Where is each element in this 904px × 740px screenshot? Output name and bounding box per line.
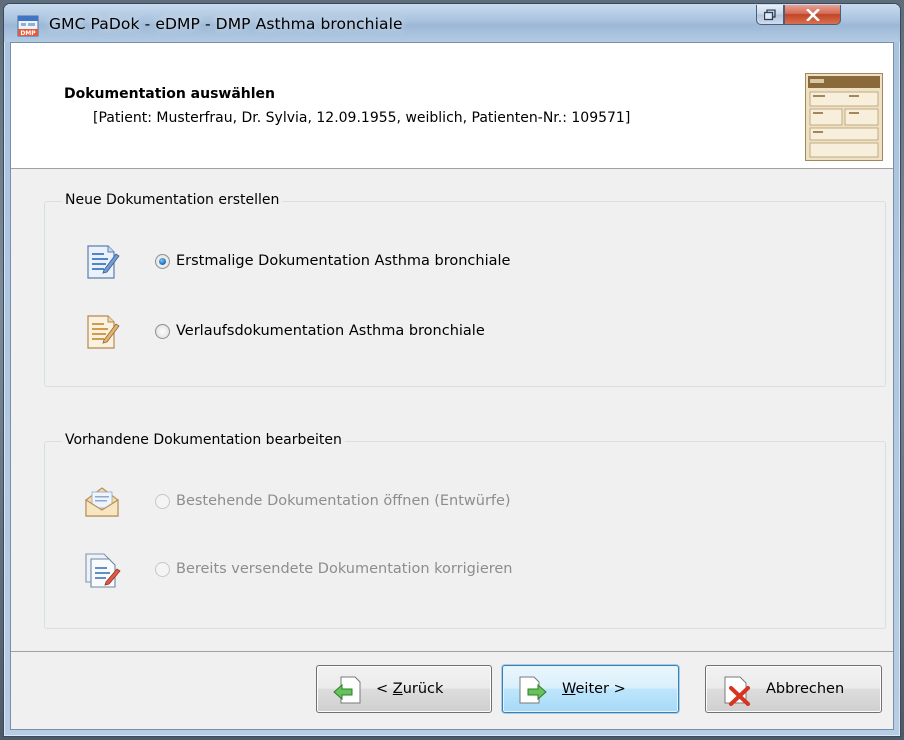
option-open-drafts: Bestehende Dokumentation öffnen (Entwürf… <box>82 482 582 522</box>
open-envelope-icon <box>85 487 119 517</box>
option-label: Erstmalige Dokumentation Asthma bronchia… <box>176 253 511 269</box>
back-prefix: < <box>376 681 393 697</box>
radio-followup-documentation[interactable] <box>155 324 170 339</box>
dialog-client-area: Dokumentation auswählen [Patient: Muster… <box>10 42 894 730</box>
header-title: Dokumentation auswählen <box>64 86 276 102</box>
radio-open-drafts <box>155 494 170 509</box>
option-followup-documentation[interactable]: Verlaufsdokumentation Asthma bronchiale <box>82 312 582 352</box>
option-label: Bereits versendete Dokumentation korrigi… <box>176 561 513 577</box>
restore-icon <box>764 9 776 20</box>
cancel-button[interactable]: Abbrechen <box>705 665 882 713</box>
option-label: Verlaufsdokumentation Asthma bronchiale <box>176 323 485 339</box>
cancel-button-label: Abbrechen <box>766 681 845 697</box>
existing-documentation-group: Vorhandene Dokumentation bearbeiten Best… <box>44 432 886 629</box>
next-button-label: Weiter > <box>562 681 626 697</box>
cancel-icon <box>724 676 750 706</box>
option-label: Bestehende Dokumentation öffnen (Entwürf… <box>176 493 511 509</box>
followup-document-icon <box>87 315 120 349</box>
app-icon[interactable]: DMP <box>17 15 39 37</box>
close-button[interactable] <box>784 5 841 25</box>
next-button[interactable]: Weiter > <box>502 665 679 713</box>
back-arrow-icon <box>333 676 361 704</box>
close-icon <box>805 8 820 21</box>
wizard-header: Dokumentation auswählen [Patient: Muster… <box>11 43 893 169</box>
patient-info: [Patient: Musterfrau, Dr. Sylvia, 12.09.… <box>93 110 631 126</box>
new-documentation-group-label: Neue Dokumentation erstellen <box>62 192 283 208</box>
back-button[interactable]: < Zurück <box>316 665 492 713</box>
edit-document-icon <box>85 553 121 588</box>
new-document-icon <box>87 245 120 279</box>
app-icon-text: DMP <box>20 30 36 37</box>
radio-correct-sent <box>155 562 170 577</box>
restore-button[interactable] <box>756 5 784 25</box>
next-rest: eiter > <box>575 681 626 697</box>
option-first-documentation[interactable]: Erstmalige Dokumentation Asthma bronchia… <box>82 242 582 282</box>
next-arrow-icon <box>519 676 547 704</box>
back-mnemonic: Z <box>392 681 403 697</box>
footer-separator <box>11 651 893 652</box>
back-button-label: < Zurück <box>376 681 443 697</box>
new-documentation-group: Neue Dokumentation erstellen Erstmalige … <box>44 192 886 387</box>
back-rest: urück <box>402 681 444 697</box>
existing-documentation-group-label: Vorhandene Dokumentation bearbeiten <box>62 432 345 448</box>
radio-first-documentation[interactable] <box>155 254 170 269</box>
option-correct-sent: Bereits versendete Dokumentation korrigi… <box>82 550 582 590</box>
next-mnemonic: W <box>562 681 576 697</box>
dialog-window: DMP GMC PaDok - eDMP - DMP Asthma bronch… <box>3 3 901 737</box>
form-document-icon <box>805 73 883 161</box>
window-title: GMC PaDok - eDMP - DMP Asthma bronchiale <box>49 15 403 33</box>
title-bar[interactable]: DMP GMC PaDok - eDMP - DMP Asthma bronch… <box>4 4 900 42</box>
